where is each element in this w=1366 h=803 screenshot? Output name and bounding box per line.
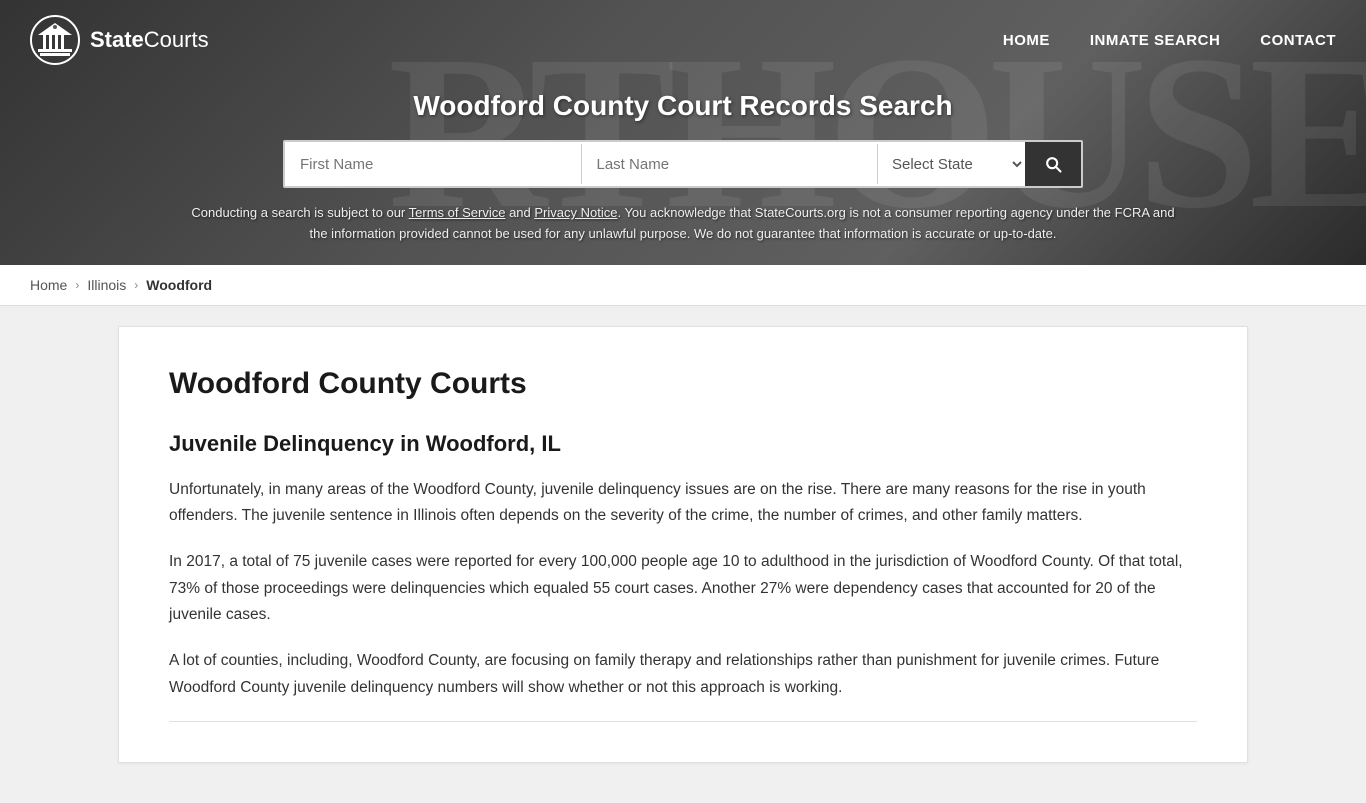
logo-icon [30, 15, 80, 65]
search-icon [1043, 154, 1063, 174]
disclaimer-between: and [505, 205, 534, 220]
state-select[interactable]: Select StateAlabamaAlaskaArizonaArkansas… [878, 143, 1025, 186]
section1-title: Juvenile Delinquency in Woodford, IL [169, 431, 1197, 457]
breadcrumb-sep-1: › [75, 278, 79, 292]
para-3: A lot of counties, including, Woodford C… [169, 648, 1197, 701]
search-button[interactable] [1025, 142, 1081, 186]
section-divider [169, 721, 1197, 722]
search-title: Woodford County Court Records Search [20, 90, 1346, 122]
search-section: Woodford County Court Records Search Sel… [0, 80, 1366, 265]
nav-bar: StateCourts HOME INMATE SEARCH CONTACT [0, 0, 1366, 80]
first-name-input[interactable] [285, 144, 581, 185]
breadcrumb-county: Woodford [146, 277, 212, 293]
disclaimer-text: Conducting a search is subject to our Te… [183, 203, 1183, 245]
breadcrumb-state[interactable]: Illinois [87, 277, 126, 293]
privacy-link[interactable]: Privacy Notice [534, 205, 617, 220]
main-content: Woodford County Courts Juvenile Delinque… [103, 306, 1263, 803]
breadcrumb-home[interactable]: Home [30, 277, 67, 293]
last-name-input[interactable] [582, 144, 878, 185]
nav-links: HOME INMATE SEARCH CONTACT [1003, 32, 1336, 49]
logo-link[interactable]: StateCourts [30, 15, 209, 65]
content-card: Woodford County Courts Juvenile Delinque… [118, 326, 1248, 763]
tos-link[interactable]: Terms of Service [409, 205, 506, 220]
breadcrumb: Home › Illinois › Woodford [0, 265, 1366, 306]
para-1: Unfortunately, in many areas of the Wood… [169, 477, 1197, 530]
para-2: In 2017, a total of 75 juvenile cases we… [169, 549, 1197, 628]
search-bar: Select StateAlabamaAlaskaArizonaArkansas… [283, 140, 1083, 188]
nav-inmate-search[interactable]: INMATE SEARCH [1090, 32, 1220, 49]
nav-home[interactable]: HOME [1003, 32, 1050, 49]
nav-contact[interactable]: CONTACT [1260, 32, 1336, 49]
content-page-title: Woodford County Courts [169, 367, 1197, 401]
breadcrumb-sep-2: › [134, 278, 138, 292]
logo-text: StateCourts [90, 27, 209, 53]
disclaimer-before-tos: Conducting a search is subject to our [191, 205, 408, 220]
site-header: RTHOUSE StateCourts HOME [0, 0, 1366, 265]
